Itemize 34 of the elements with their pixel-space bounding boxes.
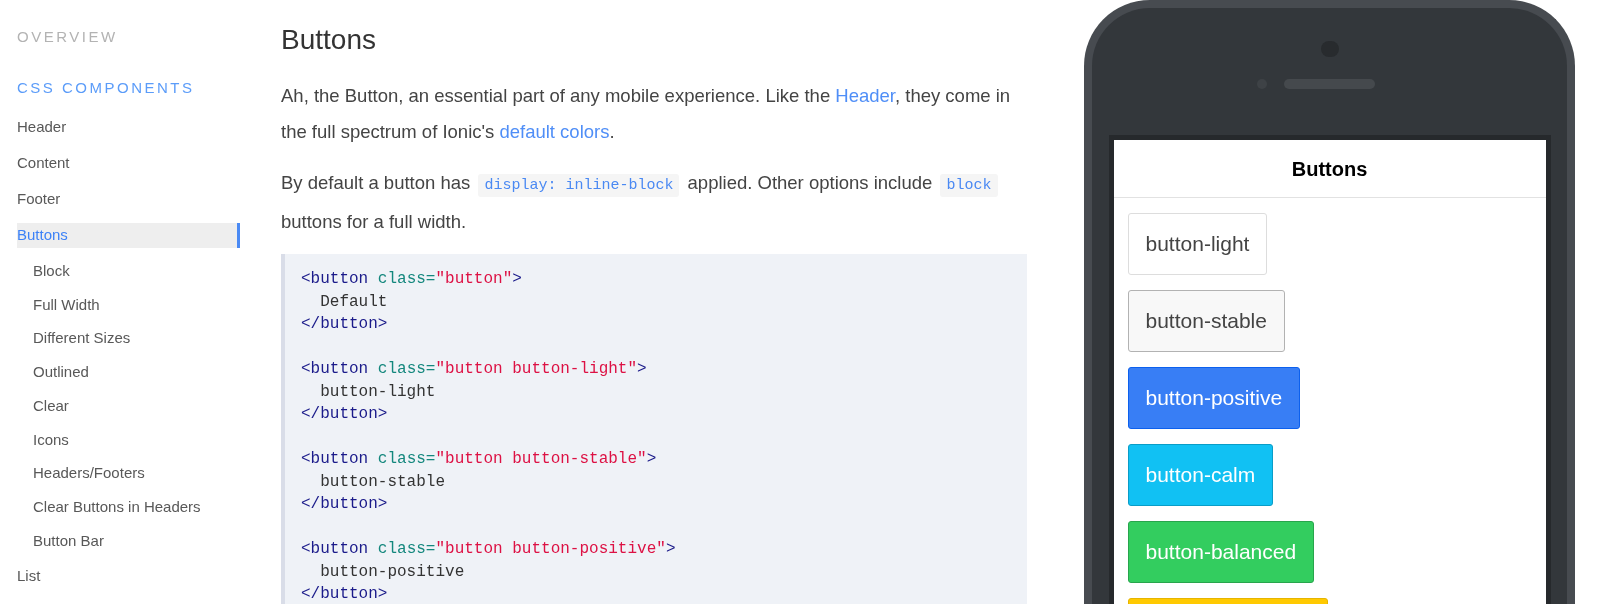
sidebar-item[interactable]: Button Bar [17, 528, 240, 554]
paragraph: By default a button has display: inline-block applied. Other options include block buttons for a full width. [281, 165, 1016, 240]
code-line: </button> [301, 404, 388, 425]
inline-code: display: inline-block [478, 174, 680, 197]
sidebar-item[interactable]: Clear Buttons in Headers [17, 494, 240, 520]
code-line: button-stable [319, 471, 446, 493]
code-line: button-light [319, 381, 436, 403]
code-line: <button class="button button-light"> [301, 359, 647, 380]
sidebar-item[interactable]: Footer [17, 186, 240, 212]
sidebar-item[interactable]: List [17, 563, 240, 589]
page-title: Buttons [281, 23, 376, 57]
code-line: </button> [301, 314, 388, 335]
code-line: </button> [301, 494, 388, 515]
sidebar-item[interactable]: Full Width [17, 292, 240, 318]
sidebar-item[interactable]: Outlined [17, 359, 240, 385]
sidebar-item[interactable]: Different Sizes [17, 326, 240, 351]
sidebar-item[interactable]: Content [17, 150, 240, 176]
code-line: <button class="button button-positive"> [301, 539, 676, 560]
sidebar-item[interactable]: Header [17, 114, 240, 140]
code-line: <button class="button button-stable"> [301, 449, 657, 470]
code-line: Default [319, 291, 388, 313]
screen-title: Buttons [1291, 156, 1368, 182]
sidebar-item[interactable]: Clear [17, 393, 240, 419]
demo-button[interactable]: button-stable [1127, 290, 1285, 352]
demo-button[interactable]: button-light [1127, 213, 1268, 275]
sidebar-item[interactable]: Icons [17, 427, 240, 453]
sidebar-item[interactable]: Block [17, 258, 240, 284]
sidebar-item[interactable]: Headers/Footers [17, 461, 240, 486]
code-line: button-positive [319, 561, 465, 583]
inline-code: block [940, 174, 998, 197]
code-line: <button class="button"> [301, 269, 522, 290]
demo-button[interactable]: button-positive [1127, 367, 1301, 429]
code-line: </button> [301, 584, 388, 604]
paragraph: Ah, the Button, an essential part of any mobile experience. Like the Header, they come in the full spectrum of Ionic's default colors. [281, 84, 1012, 144]
